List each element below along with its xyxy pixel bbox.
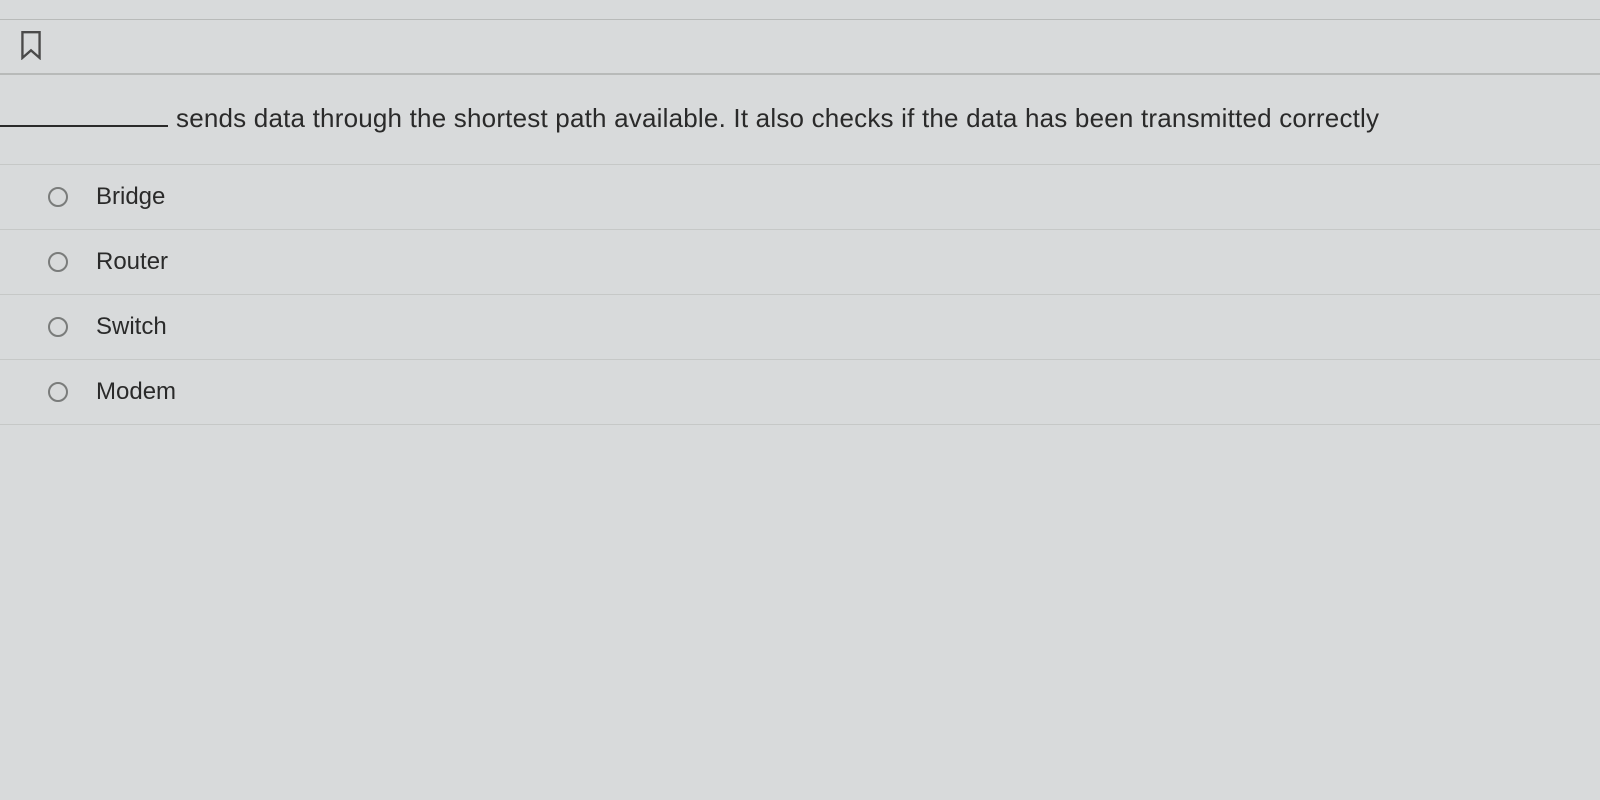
- options-list: Bridge Router Switch Modem: [0, 165, 1600, 425]
- question-text: sends data through the shortest path ava…: [176, 103, 1379, 134]
- option-label: Modem: [96, 378, 176, 406]
- radio-icon[interactable]: [48, 317, 68, 337]
- option-label: Router: [96, 248, 168, 276]
- option-label: Bridge: [96, 183, 165, 211]
- bookmark-row: [0, 20, 1600, 75]
- top-bar: [0, 0, 1600, 20]
- option-router[interactable]: Router: [0, 230, 1600, 295]
- option-bridge[interactable]: Bridge: [0, 165, 1600, 230]
- question-row: sends data through the shortest path ava…: [0, 75, 1600, 165]
- option-modem[interactable]: Modem: [0, 360, 1600, 425]
- radio-icon[interactable]: [48, 382, 68, 402]
- bookmark-icon[interactable]: [18, 47, 44, 64]
- fill-in-blank: [0, 105, 168, 127]
- option-label: Switch: [96, 313, 167, 341]
- radio-icon[interactable]: [48, 252, 68, 272]
- radio-icon[interactable]: [48, 187, 68, 207]
- option-switch[interactable]: Switch: [0, 295, 1600, 360]
